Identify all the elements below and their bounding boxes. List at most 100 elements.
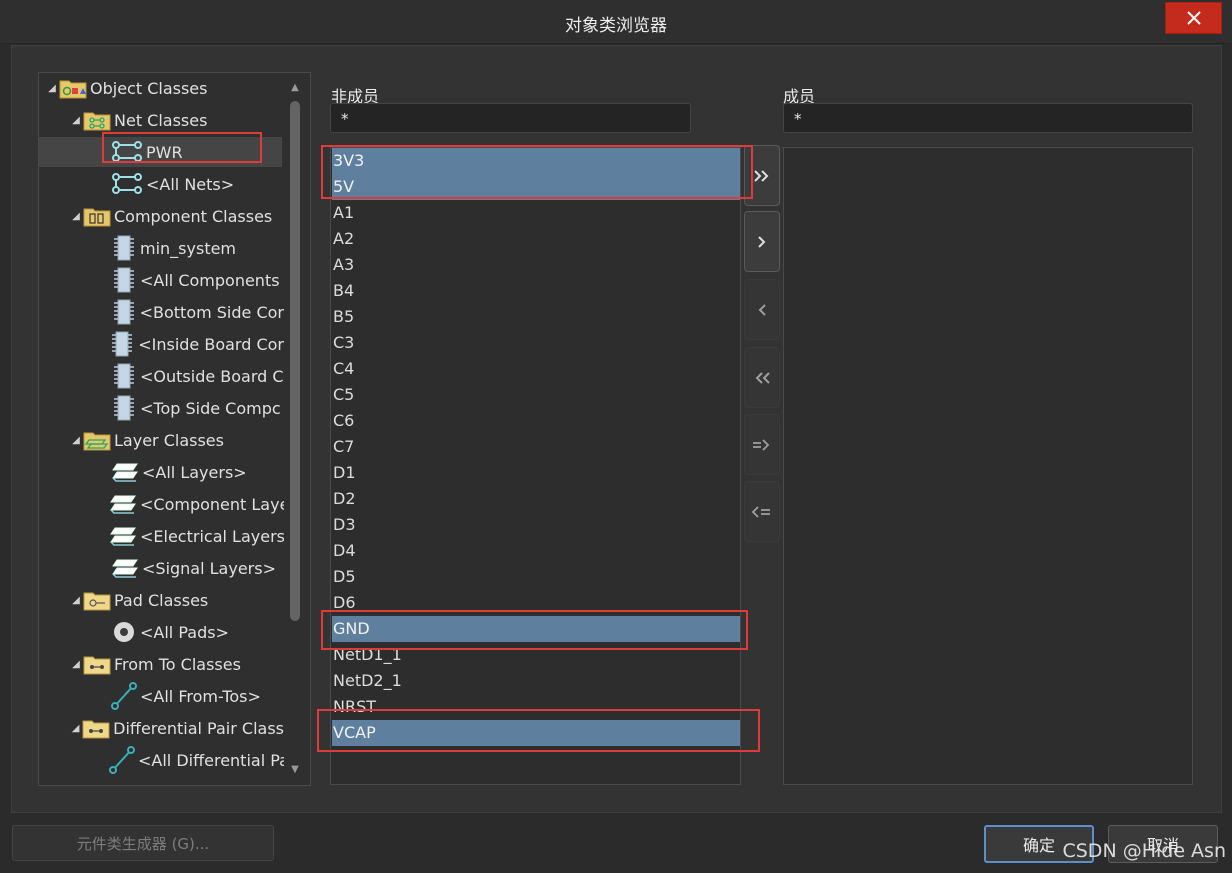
tree-item[interactable]: <Signal Layers> bbox=[39, 553, 284, 583]
add-button[interactable] bbox=[744, 211, 780, 272]
double-chevron-right-icon bbox=[754, 169, 769, 182]
tree-item[interactable]: ◢ Layer Classes bbox=[39, 425, 284, 455]
list-item[interactable]: NRST bbox=[332, 694, 740, 720]
component-icon bbox=[111, 362, 137, 390]
tree-item-label: <Top Side Compc bbox=[140, 398, 281, 418]
list-item[interactable]: 5V bbox=[332, 174, 740, 200]
folder-diffpair-icon bbox=[82, 717, 110, 739]
remove-all-button[interactable] bbox=[744, 347, 780, 408]
tree-item[interactable]: <Electrical Layers> bbox=[39, 521, 284, 551]
tree-item-label: PWR bbox=[146, 142, 183, 162]
tree-item[interactable]: <Component Laye bbox=[39, 489, 284, 519]
fromto-icon bbox=[109, 746, 135, 774]
list-item[interactable]: D2 bbox=[332, 486, 740, 512]
list-item[interactable]: C6 bbox=[332, 408, 740, 434]
non-members-filter-input[interactable]: * bbox=[330, 103, 691, 133]
expand-arrow-icon[interactable]: ◢ bbox=[69, 657, 83, 671]
component-class-generator-button[interactable]: 元件类生成器 (G)... bbox=[12, 825, 274, 861]
tree-item[interactable]: ◢ Object Classes bbox=[39, 73, 284, 103]
tree-item-label: Net Classes bbox=[114, 110, 208, 130]
component-icon bbox=[111, 298, 137, 326]
tree-item[interactable]: ◢ From To Classes bbox=[39, 649, 284, 679]
left-arrow-equals-icon bbox=[751, 505, 770, 518]
tree-item-label: <All Nets> bbox=[146, 174, 235, 194]
tree-item-label: <All Differential Pa bbox=[138, 750, 284, 770]
tree-item[interactable]: <All Differential Pa bbox=[39, 745, 284, 775]
pad-icon bbox=[111, 620, 137, 644]
tree-item[interactable]: <All Pads> bbox=[39, 617, 284, 647]
tree-item[interactable]: <Inside Board Cor bbox=[39, 329, 284, 359]
folder-pad-icon bbox=[83, 589, 111, 611]
tree-item[interactable]: ◢ Pad Classes bbox=[39, 585, 284, 615]
list-item[interactable]: A1 bbox=[332, 200, 740, 226]
add-all-button[interactable] bbox=[744, 145, 780, 206]
tree-item[interactable]: <Bottom Side Cor bbox=[39, 297, 284, 327]
tree-item[interactable]: PWR bbox=[39, 137, 282, 167]
tree-item[interactable]: ◢ Net Classes bbox=[39, 105, 284, 135]
object-class-tree[interactable]: ◢ Object Classes ◢ Net Classes PWR <All Nets>… bbox=[38, 72, 311, 786]
tree-item-label: <Inside Board Cor bbox=[138, 334, 284, 354]
scroll-thumb[interactable] bbox=[290, 101, 300, 621]
double-chevron-left-icon bbox=[755, 371, 770, 384]
tree-item-label: <All Layers> bbox=[142, 462, 247, 482]
close-icon bbox=[1186, 11, 1201, 25]
list-item[interactable]: VCAP bbox=[332, 720, 740, 746]
expand-arrow-icon[interactable]: ◢ bbox=[69, 209, 83, 223]
tree-item[interactable]: <All Layers> bbox=[39, 457, 284, 487]
close-button[interactable] bbox=[1165, 2, 1222, 34]
list-item[interactable]: A2 bbox=[332, 226, 740, 252]
list-item[interactable]: C3 bbox=[332, 330, 740, 356]
tree-scrollbar[interactable]: ▲ ▼ bbox=[288, 79, 302, 779]
tree-item[interactable]: <All From-Tos> bbox=[39, 681, 284, 711]
tree-item[interactable]: min_system bbox=[39, 233, 284, 263]
scroll-down-icon[interactable]: ▼ bbox=[288, 763, 302, 777]
list-item[interactable]: D1 bbox=[332, 460, 740, 486]
list-item[interactable]: D5 bbox=[332, 564, 740, 590]
tree-item-label: <Outside Board C bbox=[140, 366, 284, 386]
tree-item[interactable]: ◢ Component Classes bbox=[39, 201, 284, 231]
members-list[interactable] bbox=[783, 147, 1193, 785]
list-item[interactable]: D4 bbox=[332, 538, 740, 564]
expand-arrow-icon[interactable]: ◢ bbox=[69, 433, 83, 447]
tree-item[interactable]: <All Nets> bbox=[39, 169, 284, 199]
chevron-right-icon bbox=[758, 235, 766, 248]
fromto-icon bbox=[111, 682, 137, 710]
equals-right-arrow-icon bbox=[753, 438, 770, 451]
tree-item[interactable]: ◢ Differential Pair Class bbox=[39, 713, 284, 743]
expand-arrow-icon[interactable]: ◢ bbox=[69, 721, 82, 735]
list-item[interactable]: A3 bbox=[332, 252, 740, 278]
folder-layer-icon bbox=[83, 429, 111, 451]
tree-item-label: Component Classes bbox=[114, 206, 273, 226]
folder-component-icon bbox=[83, 205, 111, 227]
list-item[interactable]: C5 bbox=[332, 382, 740, 408]
remove-button[interactable] bbox=[744, 279, 780, 340]
remove-filtered-button[interactable] bbox=[744, 481, 780, 542]
window-title: 对象类浏览器 bbox=[565, 16, 667, 36]
list-item[interactable]: B4 bbox=[332, 278, 740, 304]
list-item[interactable]: C4 bbox=[332, 356, 740, 382]
folder-shapes-icon bbox=[59, 77, 87, 99]
component-icon bbox=[111, 234, 137, 262]
list-item[interactable]: 3V3 bbox=[332, 148, 740, 174]
list-item[interactable]: GND bbox=[332, 616, 740, 642]
tree-item-label: <Component Laye bbox=[140, 494, 284, 514]
list-item[interactable]: B5 bbox=[332, 304, 740, 330]
add-filtered-button[interactable] bbox=[744, 414, 780, 475]
expand-arrow-icon[interactable]: ◢ bbox=[69, 593, 83, 607]
non-members-list[interactable]: 3V3 5V A1 A2 A3 B4 B5 C3 C4 C5 C6 C7 D1 D2 D3 D4 D5 D6 GND… bbox=[330, 147, 741, 785]
list-item[interactable]: D3 bbox=[332, 512, 740, 538]
watermark: CSDN @Hide Asn bbox=[1062, 840, 1226, 862]
expand-arrow-icon[interactable]: ◢ bbox=[69, 113, 83, 127]
members-filter-input[interactable]: * bbox=[783, 103, 1193, 133]
list-item[interactable]: C7 bbox=[332, 434, 740, 460]
tree-item[interactable]: <Top Side Compc bbox=[39, 393, 284, 423]
list-item[interactable]: NetD2_1 bbox=[332, 668, 740, 694]
expand-arrow-icon[interactable]: ◢ bbox=[45, 81, 59, 95]
list-item[interactable]: D6 bbox=[332, 590, 740, 616]
layer-icon bbox=[109, 525, 137, 547]
list-item[interactable]: NetD1_1 bbox=[332, 642, 740, 668]
net-icon bbox=[111, 171, 143, 197]
tree-item[interactable]: <Outside Board C bbox=[39, 361, 284, 391]
tree-item[interactable]: <All Components bbox=[39, 265, 284, 295]
scroll-up-icon[interactable]: ▲ bbox=[288, 81, 302, 95]
